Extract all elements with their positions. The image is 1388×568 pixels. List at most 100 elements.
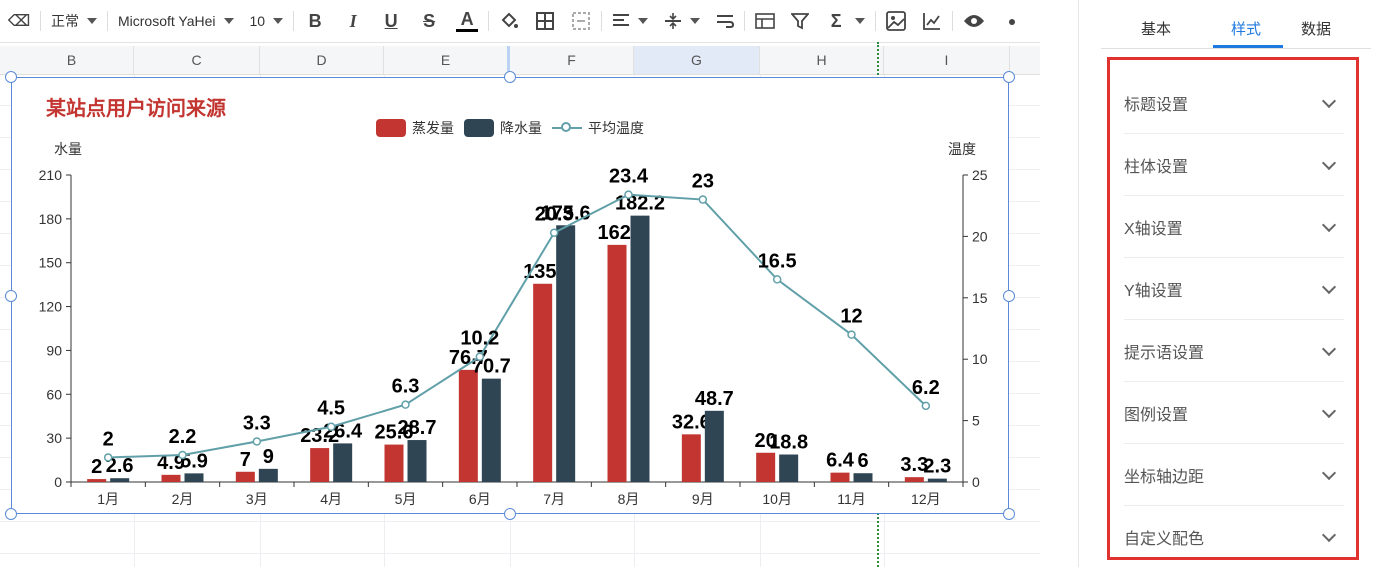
insert-chart-button[interactable]: [914, 0, 950, 42]
chevron-down-icon: [223, 18, 234, 24]
font-family-select[interactable]: Microsoft YaHei: [110, 0, 242, 42]
bar-evaporation: [607, 244, 627, 482]
tab-data[interactable]: 数据: [1301, 18, 1331, 39]
resize-handle-bottom-right[interactable]: [1003, 508, 1015, 520]
x-tick-label: 10月: [762, 491, 792, 507]
resize-handle-bottom-left[interactable]: [5, 508, 17, 520]
column-header-d[interactable]: D: [260, 46, 384, 74]
bold-button[interactable]: B: [296, 0, 334, 42]
view-button[interactable]: [955, 0, 993, 42]
y-left-tick-label: 180: [39, 211, 63, 227]
vertical-align-button[interactable]: [656, 0, 708, 42]
resize-handle-top-left[interactable]: [5, 71, 17, 83]
column-header-h[interactable]: H: [760, 46, 884, 74]
paint-bucket-icon: [501, 12, 519, 28]
tab-basic[interactable]: 基本: [1141, 18, 1171, 39]
align-left-icon: [613, 14, 630, 26]
data-label: 6.3: [392, 376, 420, 398]
point-temperature: [772, 275, 782, 284]
clear-format-button[interactable]: ⌫: [0, 0, 38, 42]
resize-handle-left[interactable]: [5, 290, 17, 302]
merge-cells-button[interactable]: [563, 0, 599, 42]
chevron-down-icon: [1321, 465, 1337, 480]
y-right-tick-label: 0: [972, 474, 980, 490]
data-label: 6.4: [826, 450, 855, 472]
section-y-axis-settings[interactable]: Y轴设置: [1124, 258, 1344, 320]
font-size-select[interactable]: 10: [242, 0, 292, 42]
sum-button[interactable]: Σ: [817, 0, 873, 42]
column-header-f[interactable]: F: [510, 46, 634, 74]
column-header-i[interactable]: I: [884, 46, 1010, 74]
eraser-icon: ⌫: [7, 13, 31, 30]
x-tick-label: 4月: [320, 491, 342, 507]
section-label: X轴设置: [1124, 220, 1183, 238]
data-label: 18.8: [769, 432, 808, 454]
filter-button[interactable]: [783, 0, 817, 42]
bar-evaporation: [235, 471, 255, 482]
section-tooltip-settings[interactable]: 提示语设置: [1124, 320, 1344, 382]
more-button[interactable]: ●: [993, 0, 1031, 42]
data-label: 2.2: [169, 426, 197, 448]
section-x-axis-settings[interactable]: X轴设置: [1124, 196, 1344, 258]
section-label: 自定义配色: [1124, 531, 1205, 548]
section-custom-colors[interactable]: 自定义配色: [1124, 506, 1344, 568]
table-icon: [755, 13, 775, 29]
column-header-c[interactable]: C: [134, 46, 260, 74]
chart-object[interactable]: 某站点用户访问来源 蒸发量 降水量 平均温度 水量 温度 0 30 60 90 120 1…: [11, 77, 1009, 514]
wrap-text-button[interactable]: [708, 0, 742, 42]
column-header: B C D E F G H I: [0, 46, 1040, 75]
resize-handle-top-right[interactable]: [1003, 71, 1015, 83]
font-color-button[interactable]: A: [448, 0, 486, 42]
resize-handle-top[interactable]: [504, 71, 516, 83]
chart-icon: [923, 13, 941, 30]
data-label: 4.5: [317, 398, 345, 420]
point-temperature: [178, 450, 187, 460]
x-tick-label: 9月: [692, 491, 714, 507]
border-button[interactable]: [527, 0, 563, 42]
bar-evaporation: [384, 444, 404, 482]
eye-icon: [964, 15, 985, 27]
data-label: 9: [263, 446, 274, 468]
underline-button[interactable]: U: [372, 0, 410, 42]
insert-image-button[interactable]: [878, 0, 914, 42]
y-left-tick-label: 150: [39, 255, 63, 271]
point-temperature: [549, 228, 559, 237]
resize-handle-bottom[interactable]: [504, 508, 516, 520]
style-select[interactable]: 正常: [43, 0, 105, 42]
bar-precipitation: [481, 378, 501, 482]
chevron-down-icon: [638, 18, 649, 24]
data-label: 2.3: [923, 456, 951, 478]
data-label: 6.2: [912, 377, 940, 399]
chevron-down-icon: [1321, 279, 1337, 294]
section-bar-settings[interactable]: 柱体设置: [1124, 134, 1344, 196]
toolbar-divider: [107, 11, 108, 31]
section-legend-settings[interactable]: 图例设置: [1124, 382, 1344, 444]
section-title-settings[interactable]: 标题设置: [1124, 72, 1344, 134]
bar-precipitation: [556, 225, 576, 482]
bar-evaporation: [756, 452, 776, 482]
section-label: 图例设置: [1124, 406, 1189, 424]
data-label: 10.2: [460, 328, 499, 350]
resize-handle-right[interactable]: [1003, 290, 1015, 302]
active-tab-indicator: [1213, 45, 1283, 48]
y-right-tick-label: 25: [972, 167, 988, 183]
point-temperature: [624, 190, 633, 199]
image-icon: [886, 11, 906, 31]
align-button[interactable]: [604, 0, 656, 42]
table-format-button[interactable]: [747, 0, 783, 42]
column-header-e[interactable]: E: [384, 46, 510, 74]
column-header-g[interactable]: G: [634, 46, 760, 74]
section-axis-margin[interactable]: 坐标轴边距: [1124, 444, 1344, 506]
person-icon: ●: [1007, 13, 1017, 29]
bar-precipitation: [853, 473, 873, 482]
bar-precipitation: [258, 468, 278, 482]
x-tick-label: 3月: [246, 491, 268, 507]
column-header-b[interactable]: B: [10, 46, 134, 74]
fill-color-button[interactable]: [491, 0, 527, 42]
strikethrough-button[interactable]: S: [410, 0, 448, 42]
y-left-tick-label: 210: [39, 167, 63, 183]
tab-style[interactable]: 样式: [1231, 18, 1261, 39]
vertical-align-icon: [665, 13, 682, 29]
point-temperature: [103, 453, 113, 462]
italic-button[interactable]: I: [334, 0, 372, 42]
